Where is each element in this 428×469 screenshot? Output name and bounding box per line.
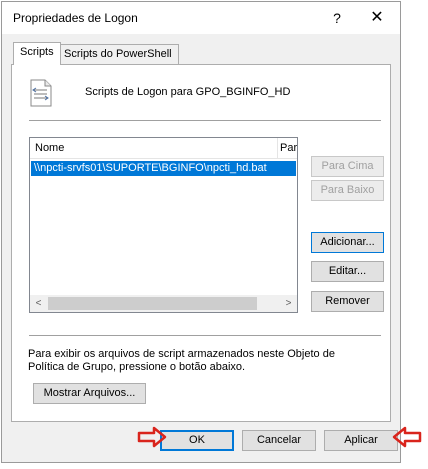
tab-powershell-scripts-label: Scripts do PowerShell bbox=[64, 48, 172, 60]
arrow-left-icon bbox=[392, 426, 422, 448]
tab-powershell-scripts[interactable]: Scripts do PowerShell bbox=[57, 44, 179, 64]
list-item[interactable]: \\npcti-srvfs01\SUPORTE\BGINFO\npcti_hd.… bbox=[31, 161, 296, 176]
move-down-button[interactable]: Para Baixo bbox=[311, 180, 384, 201]
title-bar: Propriedades de Logon ? ✕ bbox=[2, 2, 400, 34]
dialog-title: Propriedades de Logon bbox=[13, 11, 138, 25]
remove-button[interactable]: Remover bbox=[311, 291, 384, 312]
column-header-name[interactable]: Nome bbox=[35, 142, 64, 154]
scripts-panel: Scripts de Logon para GPO_BGINFO_HD Nome… bbox=[11, 64, 391, 422]
apply-button[interactable]: Aplicar bbox=[324, 430, 398, 451]
scroll-thumb[interactable] bbox=[48, 297, 257, 310]
scripts-list[interactable]: Nome Parâmetros \\npcti-srvfs01\SUPORTE\… bbox=[29, 137, 298, 313]
list-header: Nome Parâmetros bbox=[30, 138, 297, 159]
cancel-button[interactable]: Cancelar bbox=[242, 430, 316, 451]
edit-button[interactable]: Editar... bbox=[311, 261, 384, 282]
script-file-icon bbox=[30, 79, 52, 107]
tab-scripts-label: Scripts bbox=[20, 46, 54, 58]
ok-button[interactable]: OK bbox=[160, 430, 234, 451]
arrow-right-icon bbox=[137, 426, 167, 448]
scroll-right-icon[interactable]: > bbox=[280, 295, 297, 312]
column-divider[interactable] bbox=[277, 138, 278, 158]
logon-properties-dialog: Propriedades de Logon ? ✕ Scripts Script… bbox=[1, 1, 401, 463]
panel-heading: Scripts de Logon para GPO_BGINFO_HD bbox=[85, 86, 291, 98]
separator bbox=[29, 335, 381, 336]
scroll-left-icon[interactable]: < bbox=[30, 295, 47, 312]
move-up-button[interactable]: Para Cima bbox=[311, 156, 384, 177]
help-button[interactable]: ? bbox=[326, 8, 348, 28]
column-header-parameters[interactable]: Parâmetros bbox=[280, 142, 297, 154]
close-button[interactable]: ✕ bbox=[364, 8, 390, 28]
show-files-button[interactable]: Mostrar Arquivos... bbox=[33, 383, 146, 404]
separator bbox=[29, 120, 381, 121]
horizontal-scrollbar[interactable]: < > bbox=[30, 295, 297, 312]
add-button[interactable]: Adicionar... bbox=[311, 232, 384, 253]
info-text: Para exibir os arquivos de script armaze… bbox=[28, 348, 335, 373]
tab-scripts[interactable]: Scripts bbox=[13, 42, 61, 65]
